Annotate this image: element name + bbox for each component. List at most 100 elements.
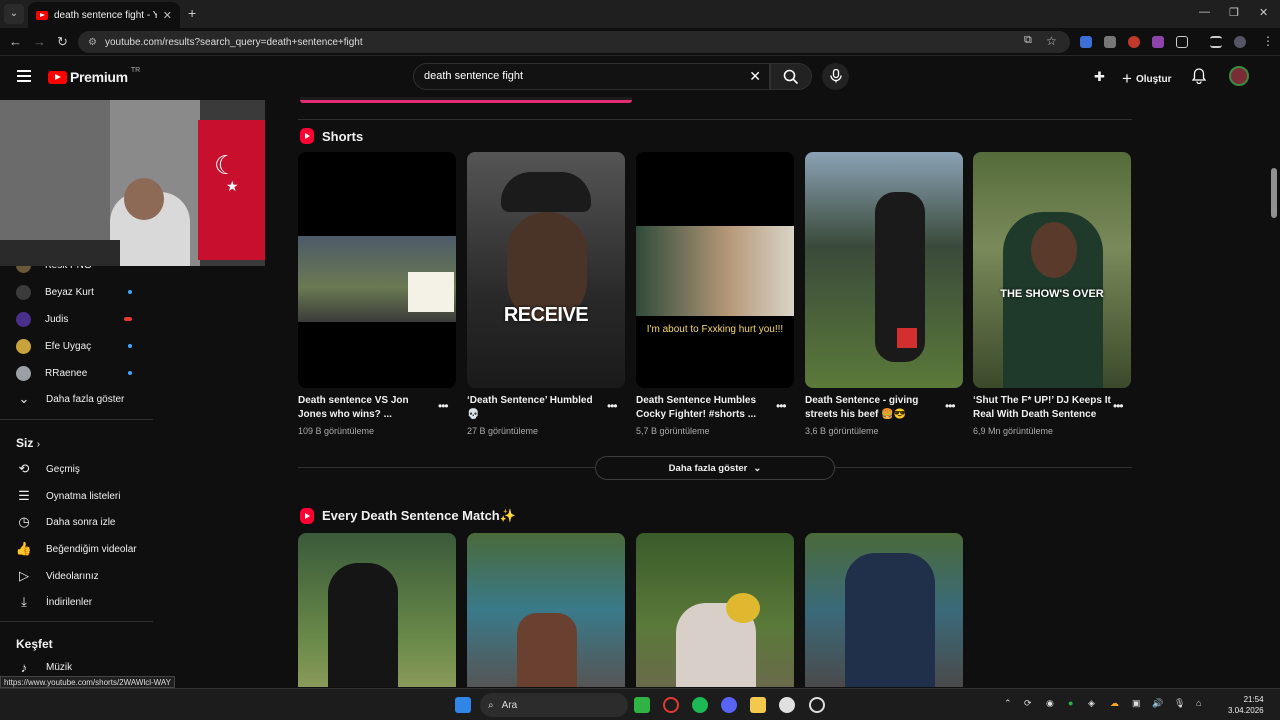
create-button[interactable]: + Oluştur [1122,69,1172,89]
sidebar-subscription-beyaz-kurt[interactable]: Beyaz Kurt [16,282,146,302]
more-actions-icon[interactable]: ••• [438,399,449,413]
obs-icon[interactable] [809,697,825,713]
discord-icon[interactable] [721,697,737,713]
short-title[interactable]: ‘Shut The F* UP!’ DJ Keeps It Real With … [973,394,1113,422]
tray-steam-icon[interactable]: ◈ [1088,698,1095,709]
taskbar-search[interactable]: ⌕ Ara [480,693,628,717]
sidebar-item-watch-later[interactable]: ◷ Daha sonra izle [16,512,146,532]
shorts-icon [300,508,314,524]
forward-icon[interactable]: → [33,34,46,49]
cast-to-tv-icon[interactable]: ✚ [1094,69,1105,85]
back-icon[interactable]: ← [9,34,22,49]
bookmark-star-icon[interactable]: ☆ [1046,34,1057,48]
volume-icon[interactable]: 🔊 [1152,698,1163,709]
sidebar-item-playlists[interactable]: ☰ Oynatma listeleri [16,486,146,506]
extension-icon-4[interactable] [1152,36,1164,48]
more-actions-icon[interactable]: ••• [776,399,787,413]
sidebar-subscription-rraenee[interactable]: RRaenee [16,363,146,383]
extension-icon-1[interactable] [1080,36,1092,48]
thumbnail-belt [897,328,917,348]
tab-search-button[interactable]: ⌄ [4,4,24,24]
browser-tab[interactable]: death sentence fight - YouTube ✕ [28,2,180,28]
more-actions-icon[interactable]: ••• [945,399,956,413]
sidebar-item-downloads[interactable]: ⤓ İndirilenler [16,592,146,612]
site-info-icon[interactable]: ⚙ [88,37,97,48]
sidebar-you-header[interactable]: Siz › [16,436,40,450]
more-actions-icon[interactable]: ••• [1113,399,1124,413]
short-thumbnail[interactable]: I'm about to Fxxking hurt you!!! [636,152,794,388]
sidebar-item-liked-videos[interactable]: 👍 Beğendiğim videolar [16,539,146,559]
show-more-label: Daha fazla göster [668,462,748,474]
browser-menu-icon[interactable]: ⋮ [1262,34,1274,48]
minimize-window-button[interactable]: — [1199,6,1210,18]
sidebar-item-label: Beğendiğim videolar [46,543,137,555]
playlist-video-thumbnail[interactable] [636,533,794,687]
app-icon-play[interactable] [634,697,650,713]
extension-icon-3[interactable] [1128,36,1140,48]
notifications-bell-icon[interactable] [1191,68,1207,89]
search-button[interactable] [770,63,812,90]
page-scrollbar[interactable] [1271,168,1277,218]
chevron-down-icon: ⌄ [753,462,762,474]
sidebar-item-history[interactable]: ⟲ Geçmiş [16,459,146,479]
thumbnail-caption: I'm about to Fxxking hurt you!!! [646,324,784,335]
voice-search-button[interactable] [822,63,849,90]
sidebar-subscription-judis[interactable]: Judis [16,309,146,329]
short-thumbnail[interactable]: RECEIVE [467,152,625,388]
sidebar-item-music[interactable]: ♪ Müzik [16,657,146,677]
short-thumbnail[interactable]: THE SHOW'S OVER [973,152,1131,388]
cast-icon[interactable]: ⧉ [1024,34,1032,47]
windows-taskbar: ⌕ Ara ⌃ ⟳ ◉ ● ◈ ☁ ▣ 🔊 🎙 ⌂ 21:54 3.04.202… [0,688,1280,720]
tray-status-icon[interactable]: ● [1068,698,1073,708]
search-input[interactable]: death sentence fight ✕ [413,63,770,90]
new-tab-button[interactable]: + [188,5,196,21]
short-title[interactable]: Death sentence VS Jon Jones who wins? ..… [298,394,438,422]
playlist-video-thumbnail[interactable] [298,533,456,687]
thumbnail-caption: RECEIVE [503,304,589,326]
opera-icon[interactable] [663,697,679,713]
short-thumbnail[interactable] [805,152,963,388]
network-icon[interactable]: ⌂ [1196,698,1201,708]
clear-search-icon[interactable]: ✕ [749,68,761,85]
sidebar-item-your-videos[interactable]: ▷ Videolarınız [16,566,146,586]
sidebar-subscription-efe-uygac[interactable]: Efe Uygaç [16,336,146,356]
short-thumbnail[interactable] [298,152,456,388]
file-explorer-icon[interactable] [750,697,766,713]
thumbnail-image [845,553,935,687]
reading-list-icon[interactable] [1210,36,1222,48]
tray-cloud-icon[interactable]: ☁ [1110,698,1119,709]
playlist-video-thumbnail[interactable] [467,533,625,687]
reload-icon[interactable]: ↻ [57,34,68,50]
tray-app-icon[interactable]: ◉ [1046,698,1054,709]
close-window-button[interactable]: ✕ [1259,6,1268,19]
tray-nvidia-icon[interactable]: ▣ [1132,698,1141,709]
playlist-video-thumbnail[interactable] [805,533,963,687]
more-actions-icon[interactable]: ••• [607,399,618,413]
history-icon: ⟲ [18,461,30,476]
youtube-favicon-icon [36,10,48,20]
short-title[interactable]: Death Sentence Humbles Cocky Fighter! #s… [636,394,776,422]
taskbar-search-placeholder: Ara [501,699,518,711]
account-avatar[interactable] [1229,66,1249,86]
menu-hamburger-icon[interactable] [17,70,31,85]
microphone-icon[interactable]: 🎙 [1174,698,1185,709]
start-windows-icon[interactable] [455,697,471,713]
address-bar[interactable]: ⚙ youtube.com/results?search_query=death… [78,31,1070,53]
sidebar-item-label: Oynatma listeleri [46,490,121,502]
taskbar-clock[interactable]: 21:54 3.04.2026 [1228,694,1264,716]
close-tab-icon[interactable]: ✕ [163,9,172,22]
youtube-logo[interactable]: Premium TR [48,67,140,85]
tray-overflow-icon[interactable]: ⌃ [1004,698,1012,709]
extension-icon-2[interactable] [1104,36,1116,48]
profile-icon[interactable] [1234,36,1246,48]
short-title[interactable]: ‘Death Sentence’ Humbled 💀 [467,394,607,422]
shorts-show-more-button[interactable]: Daha fazla göster ⌄ [595,456,835,480]
playlist-section-title[interactable]: Every Death Sentence Match✨ [300,508,516,524]
extensions-puzzle-icon[interactable] [1176,36,1188,48]
short-title[interactable]: Death Sentence - giving streets his beef… [805,394,945,422]
chrome-icon[interactable] [779,697,795,713]
restore-window-button[interactable]: ❐ [1229,6,1239,19]
sidebar-show-more[interactable]: ⌄ Daha fazla göster [16,389,146,409]
tray-sync-icon[interactable]: ⟳ [1024,698,1032,709]
spotify-icon[interactable] [692,697,708,713]
